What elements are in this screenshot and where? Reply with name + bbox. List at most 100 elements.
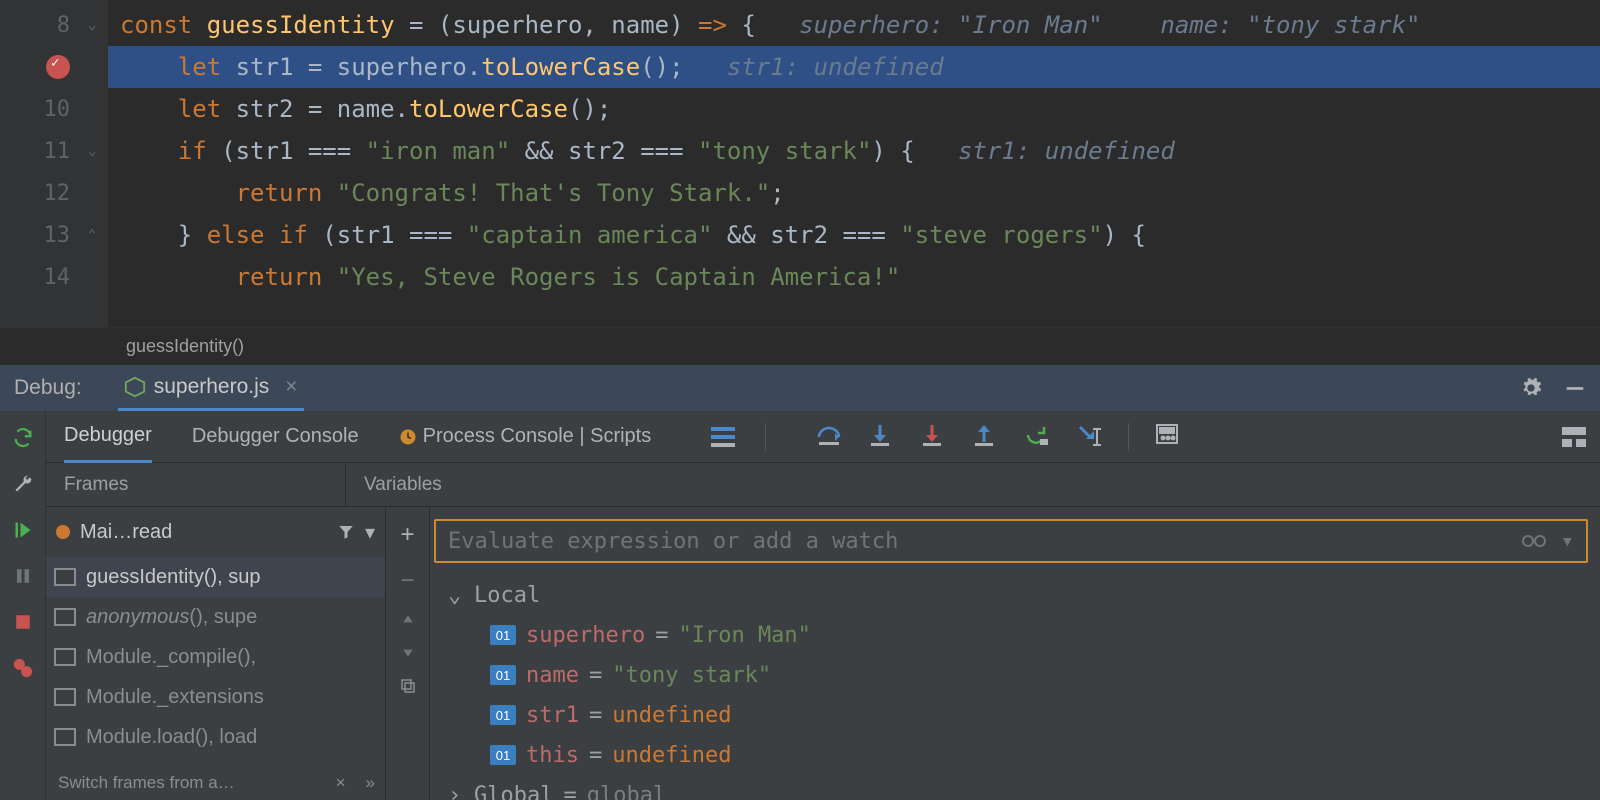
stack-frame-label: Module._compile(), (86, 646, 256, 669)
scope-global-label: Global (474, 783, 553, 800)
code-editor[interactable]: 8⌄91011⌄1213⌃14 const guessIdentity = (s… (0, 0, 1600, 327)
code-line[interactable]: let str2 = name.toLowerCase(); (108, 88, 1600, 130)
force-step-into-icon[interactable] (920, 423, 946, 447)
variable-name: this (526, 743, 579, 768)
editor-gutter[interactable]: 8⌄91011⌄1213⌃14 (0, 0, 108, 327)
code-line[interactable]: let str1 = superhero.toLowerCase(); str1… (108, 46, 1600, 88)
breakpoint-icon[interactable] (46, 55, 70, 79)
chevron-down-icon[interactable]: ▾ (1561, 529, 1574, 554)
code-token: = (293, 95, 336, 123)
code-line[interactable]: } else if (str1 === "captain america" &&… (108, 214, 1600, 256)
down-arrow-icon[interactable] (401, 645, 415, 659)
variables-header: Variables (346, 463, 1600, 506)
run-config-name: superhero.js (154, 375, 270, 399)
code-token: "captain america" (467, 221, 713, 249)
debug-tabs: Debugger Debugger Console Process Consol… (46, 411, 1600, 463)
gear-icon[interactable] (1520, 377, 1542, 399)
code-token: "iron man" (366, 137, 511, 165)
scope-global-value: global (587, 783, 666, 800)
variable-value: "tony stark" (612, 663, 771, 688)
code-line[interactable]: return "Congrats! That's Tony Stark."; (108, 172, 1600, 214)
close-icon[interactable]: × (285, 375, 297, 399)
tab-process-console[interactable]: Process Console | Scripts (399, 411, 652, 463)
expand-icon[interactable]: » (366, 773, 375, 793)
tab-debugger-console[interactable]: Debugger Console (192, 411, 359, 463)
code-token: "Yes, Steve Rogers is Captain America!" (337, 263, 901, 291)
gutter-line[interactable]: 14 (0, 256, 108, 298)
gutter-line[interactable]: 10 (0, 88, 108, 130)
gutter-line[interactable]: 11⌄ (0, 130, 108, 172)
variable-row[interactable]: 01 this = undefined (444, 735, 1600, 775)
gutter-line[interactable]: 9 (0, 46, 108, 88)
minimize-icon[interactable] (1564, 377, 1586, 399)
stack-frame[interactable]: Module._compile(), (46, 637, 385, 677)
fold-open-icon[interactable]: ⌄ (88, 143, 104, 159)
code-token: (); (568, 95, 611, 123)
chevron-down-icon[interactable]: ▾ (365, 520, 375, 545)
scope-global[interactable]: › Global = global (444, 775, 1600, 800)
code-token: const (120, 11, 207, 39)
frame-icon (58, 570, 76, 584)
type-badge-icon: 01 (490, 665, 516, 685)
run-config-tab[interactable]: superhero.js × (118, 365, 304, 411)
wrench-icon[interactable] (12, 473, 34, 495)
frames-hint-text: Switch frames from a… (58, 773, 235, 793)
code-token: str1 (236, 137, 294, 165)
stack-frame[interactable]: Module.load(), load (46, 717, 385, 757)
up-arrow-icon[interactable] (401, 613, 415, 627)
add-watch-icon[interactable]: + (400, 521, 414, 549)
watch-input[interactable]: Evaluate expression or add a watch ▾ (434, 519, 1588, 563)
layout-icon[interactable] (1562, 427, 1586, 447)
code-token: = ( (395, 11, 453, 39)
code-token (120, 179, 236, 207)
gutter-line[interactable]: 13⌃ (0, 214, 108, 256)
code-line[interactable]: if (str1 === "iron man" && str2 === "ton… (108, 130, 1600, 172)
frames-panel: Mai…read ▾ guessIdentity(), supanonymous… (46, 507, 386, 800)
close-icon[interactable]: × (336, 773, 346, 793)
tab-debugger[interactable]: Debugger (64, 411, 152, 463)
editor-code[interactable]: const guessIdentity = (superhero, name) … (108, 0, 1600, 327)
code-token: } (120, 221, 207, 249)
code-line[interactable]: return "Yes, Steve Rogers is Captain Ame… (108, 256, 1600, 298)
code-token: str1: undefined (727, 53, 944, 81)
variables-panel: Evaluate expression or add a watch ▾ ⌄ L… (430, 507, 1600, 800)
variable-row[interactable]: 01 superhero = "Iron Man" (444, 615, 1600, 655)
scope-local[interactable]: ⌄ Local (444, 575, 1600, 615)
frames-list[interactable]: guessIdentity(), supanonymous(), supe Mod… (46, 557, 385, 766)
step-into-icon[interactable] (868, 423, 894, 447)
stack-frame[interactable]: guessIdentity(), sup (46, 557, 385, 597)
code-line[interactable]: const guessIdentity = (superhero, name) … (108, 4, 1600, 46)
stop-icon[interactable] (12, 611, 34, 633)
thread-name: Mai…read (80, 521, 172, 544)
pause-icon[interactable] (12, 565, 34, 587)
code-token: superhero: "Iron Man" name: "tony stark" (799, 11, 1420, 39)
fold-open-icon[interactable]: ⌄ (88, 17, 104, 33)
rerun-icon[interactable] (12, 427, 34, 449)
stack-frame[interactable]: anonymous(), supe (46, 597, 385, 637)
resume-icon[interactable] (12, 519, 34, 541)
remove-watch-icon[interactable]: − (400, 567, 414, 595)
gutter-line[interactable]: 12 (0, 172, 108, 214)
gutter-line[interactable]: 8⌄ (0, 4, 108, 46)
step-over-icon[interactable] (816, 423, 842, 447)
variable-row[interactable]: 01 name = "tony stark" (444, 655, 1600, 695)
fold-close-icon[interactable]: ⌃ (88, 227, 104, 243)
drop-frame-icon[interactable] (1024, 423, 1050, 447)
stack-frame-label: Module.load(), load (86, 726, 257, 749)
filter-icon[interactable] (337, 523, 355, 541)
breadcrumb[interactable]: guessIdentity() (0, 327, 1600, 365)
code-token (120, 95, 178, 123)
glasses-icon[interactable] (1521, 533, 1547, 549)
frames-hint[interactable]: Switch frames from a… × » (46, 766, 385, 800)
variable-row[interactable]: 01 str1 = undefined (444, 695, 1600, 735)
evaluate-icon[interactable] (1155, 423, 1181, 447)
step-out-icon[interactable] (972, 423, 998, 447)
code-token: guessIdentity (207, 11, 395, 39)
copy-icon[interactable] (399, 677, 417, 695)
thread-selector[interactable]: Mai…read ▾ (46, 507, 385, 557)
breakpoints-icon[interactable] (12, 657, 34, 679)
run-to-cursor-icon[interactable] (1076, 423, 1102, 447)
stack-frame[interactable]: Module._extensions (46, 677, 385, 717)
variables-tree[interactable]: ⌄ Local 01 superhero = "Iron Man"01 name… (430, 575, 1600, 800)
threads-icon[interactable] (711, 427, 735, 447)
